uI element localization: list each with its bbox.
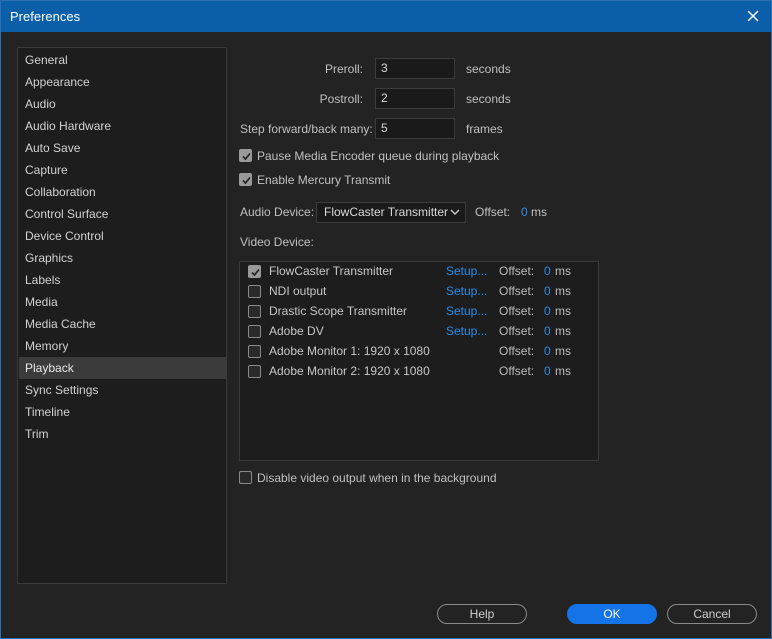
video-device-name: Adobe Monitor 2: 1920 x 1080 xyxy=(269,364,430,378)
offset-label: Offset: xyxy=(499,304,535,318)
checkmark-icon xyxy=(242,176,251,185)
setup-link[interactable]: Setup... xyxy=(446,264,487,278)
offset-label: Offset: xyxy=(499,264,535,278)
sidebar-item-media-cache[interactable]: Media Cache xyxy=(19,313,226,335)
video-device-checkbox[interactable] xyxy=(248,365,261,378)
sidebar-item-sync-settings[interactable]: Sync Settings xyxy=(19,379,226,401)
offset-unit: ms xyxy=(555,284,571,298)
sidebar-item-labels[interactable]: Labels xyxy=(19,269,226,291)
setup-link[interactable]: Setup... xyxy=(446,324,487,338)
offset-unit: ms xyxy=(555,344,571,358)
audio-device-label: Audio Device: xyxy=(240,205,315,219)
pause-encoder-label[interactable]: Pause Media Encoder queue during playbac… xyxy=(257,149,499,163)
postroll-unit: seconds xyxy=(466,92,511,106)
sidebar-item-graphics[interactable]: Graphics xyxy=(19,247,226,269)
video-device-checkbox[interactable] xyxy=(248,325,261,338)
pause-encoder-checkbox[interactable] xyxy=(239,149,252,162)
checkmark-icon xyxy=(251,268,260,277)
offset-unit: ms xyxy=(555,364,571,378)
offset-label: Offset: xyxy=(499,284,535,298)
video-device-name: Adobe Monitor 1: 1920 x 1080 xyxy=(269,344,430,358)
step-label: Step forward/back many: xyxy=(240,122,373,136)
sidebar-item-capture[interactable]: Capture xyxy=(19,159,226,181)
list-item: NDI output Setup... Offset: 0 ms xyxy=(240,282,598,302)
offset-value[interactable]: 0 xyxy=(544,344,551,358)
video-device-checkbox[interactable] xyxy=(248,305,261,318)
offset-label: Offset: xyxy=(499,324,535,338)
setup-link[interactable]: Setup... xyxy=(446,284,487,298)
video-device-label: Video Device: xyxy=(240,235,314,249)
step-input[interactable]: 5 xyxy=(375,118,455,139)
sidebar-item-timeline[interactable]: Timeline xyxy=(19,401,226,423)
sidebar-item-memory[interactable]: Memory xyxy=(19,335,226,357)
category-list: General Appearance Audio Audio Hardware … xyxy=(17,47,227,584)
sidebar-item-audio[interactable]: Audio xyxy=(19,93,226,115)
video-device-name: Drastic Scope Transmitter xyxy=(269,304,408,318)
audio-offset-label: Offset: xyxy=(475,205,511,219)
offset-value[interactable]: 0 xyxy=(544,324,551,338)
list-item: Drastic Scope Transmitter Setup... Offse… xyxy=(240,302,598,322)
list-item: Adobe DV Setup... Offset: 0 ms xyxy=(240,322,598,342)
audio-offset-unit: ms xyxy=(531,205,547,219)
offset-unit: ms xyxy=(555,324,571,338)
offset-value[interactable]: 0 xyxy=(544,364,551,378)
video-device-list: FlowCaster Transmitter Setup... Offset: … xyxy=(239,261,599,461)
video-device-checkbox[interactable] xyxy=(248,345,261,358)
mercury-transmit-label[interactable]: Enable Mercury Transmit xyxy=(257,173,390,187)
setup-link[interactable]: Setup... xyxy=(446,304,487,318)
list-item: Adobe Monitor 2: 1920 x 1080 Offset: 0 m… xyxy=(240,362,598,382)
sidebar-item-general[interactable]: General xyxy=(19,49,226,71)
offset-value[interactable]: 0 xyxy=(544,264,551,278)
audio-device-dropdown[interactable]: FlowCaster Transmitter xyxy=(316,202,466,223)
postroll-input[interactable]: 2 xyxy=(375,88,455,109)
sidebar-item-control-surface[interactable]: Control Surface xyxy=(19,203,226,225)
preroll-label: Preroll: xyxy=(324,62,363,76)
postroll-label: Postroll: xyxy=(319,92,363,106)
offset-value[interactable]: 0 xyxy=(544,304,551,318)
preroll-unit: seconds xyxy=(466,62,511,76)
window-title: Preferences xyxy=(10,9,81,24)
chevron-down-icon xyxy=(450,209,460,215)
mercury-transmit-checkbox[interactable] xyxy=(239,173,252,186)
step-unit: frames xyxy=(466,122,503,136)
offset-value[interactable]: 0 xyxy=(544,284,551,298)
offset-label: Offset: xyxy=(499,344,535,358)
video-device-name: FlowCaster Transmitter xyxy=(269,264,394,278)
offset-unit: ms xyxy=(555,264,571,278)
sidebar-item-trim[interactable]: Trim xyxy=(19,423,226,445)
title-bar[interactable]: Preferences xyxy=(1,1,771,32)
disable-background-checkbox[interactable] xyxy=(239,471,252,484)
audio-device-value: FlowCaster Transmitter xyxy=(324,205,449,219)
sidebar-item-device-control[interactable]: Device Control xyxy=(19,225,226,247)
disable-background-label[interactable]: Disable video output when in the backgro… xyxy=(257,471,497,485)
sidebar-item-auto-save[interactable]: Auto Save xyxy=(19,137,226,159)
offset-label: Offset: xyxy=(499,364,535,378)
sidebar-item-audio-hardware[interactable]: Audio Hardware xyxy=(19,115,226,137)
video-device-checkbox[interactable] xyxy=(248,265,261,278)
sidebar-item-playback[interactable]: Playback xyxy=(19,357,226,379)
list-item: Adobe Monitor 1: 1920 x 1080 Offset: 0 m… xyxy=(240,342,598,362)
ok-button[interactable]: OK xyxy=(567,604,657,624)
sidebar-item-appearance[interactable]: Appearance xyxy=(19,71,226,93)
close-icon[interactable] xyxy=(743,6,763,26)
checkmark-icon xyxy=(242,152,251,161)
list-item: FlowCaster Transmitter Setup... Offset: … xyxy=(240,262,598,282)
preferences-dialog: Preferences General Appearance Audio Aud… xyxy=(0,0,772,639)
preroll-input[interactable]: 3 xyxy=(375,58,455,79)
help-button[interactable]: Help xyxy=(437,604,527,624)
sidebar-item-media[interactable]: Media xyxy=(19,291,226,313)
offset-unit: ms xyxy=(555,304,571,318)
sidebar-item-collaboration[interactable]: Collaboration xyxy=(19,181,226,203)
video-device-name: Adobe DV xyxy=(269,324,324,338)
video-device-checkbox[interactable] xyxy=(248,285,261,298)
video-device-name: NDI output xyxy=(269,284,327,298)
audio-offset-value[interactable]: 0 xyxy=(521,205,528,219)
cancel-button[interactable]: Cancel xyxy=(667,604,757,624)
